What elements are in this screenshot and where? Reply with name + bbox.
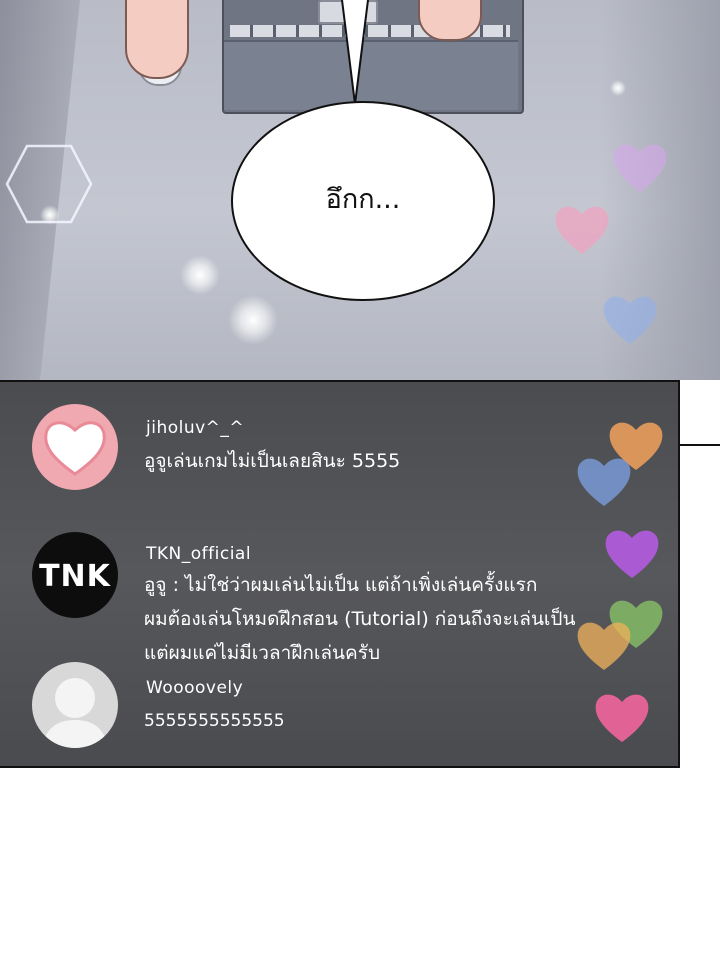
laptop-lid <box>224 40 518 110</box>
heart-icon <box>603 296 657 344</box>
tnk-logo-avatar: TNK <box>32 532 118 618</box>
live-chat-panel: jiholuv^_^ อูจูเล่นเกมไม่เป็นเลยสินะ 555… <box>0 380 680 768</box>
heart-icon <box>555 206 609 254</box>
heart-avatar-icon <box>32 404 118 490</box>
sparkle <box>610 80 626 96</box>
heart-icon <box>613 144 667 192</box>
comment-username: Woooovely <box>146 678 244 698</box>
heart-icon <box>577 622 631 670</box>
comment-message-line: อูจู : ไม่ใช่ว่าผมเล่นไม่เป็น แต่ถ้าเพิ่… <box>144 574 538 596</box>
comment-message-line: แต่ผมแค่ไม่มีเวลาฝึกเล่นครับ <box>144 642 381 664</box>
left-hand <box>125 0 189 79</box>
comment-username: jiholuv^_^ <box>146 418 245 438</box>
comment-username: TKN_official <box>146 544 252 564</box>
right-hand <box>418 0 482 41</box>
heart-icon <box>605 530 659 578</box>
speech-bubble-text: อึกก... <box>325 183 401 215</box>
sparkle <box>40 205 60 225</box>
panel-border <box>680 444 720 446</box>
speech-bubble-tail <box>341 0 369 105</box>
sparkle <box>180 255 220 295</box>
comment-message-line: ผมต้องเล่นโหมดฝึกสอน (Tutorial) ก่อนถึงจ… <box>144 608 576 630</box>
comment-message: อูจูเล่นเกมไม่เป็นเลยสินะ 5555 <box>144 450 401 472</box>
heart-icon <box>577 458 631 506</box>
comment-message: 5555555555555 <box>144 711 285 731</box>
tnk-logo-text: TNK <box>39 559 112 594</box>
sparkle <box>228 295 278 345</box>
heart-icon <box>595 694 649 742</box>
default-user-avatar-icon <box>32 662 118 748</box>
